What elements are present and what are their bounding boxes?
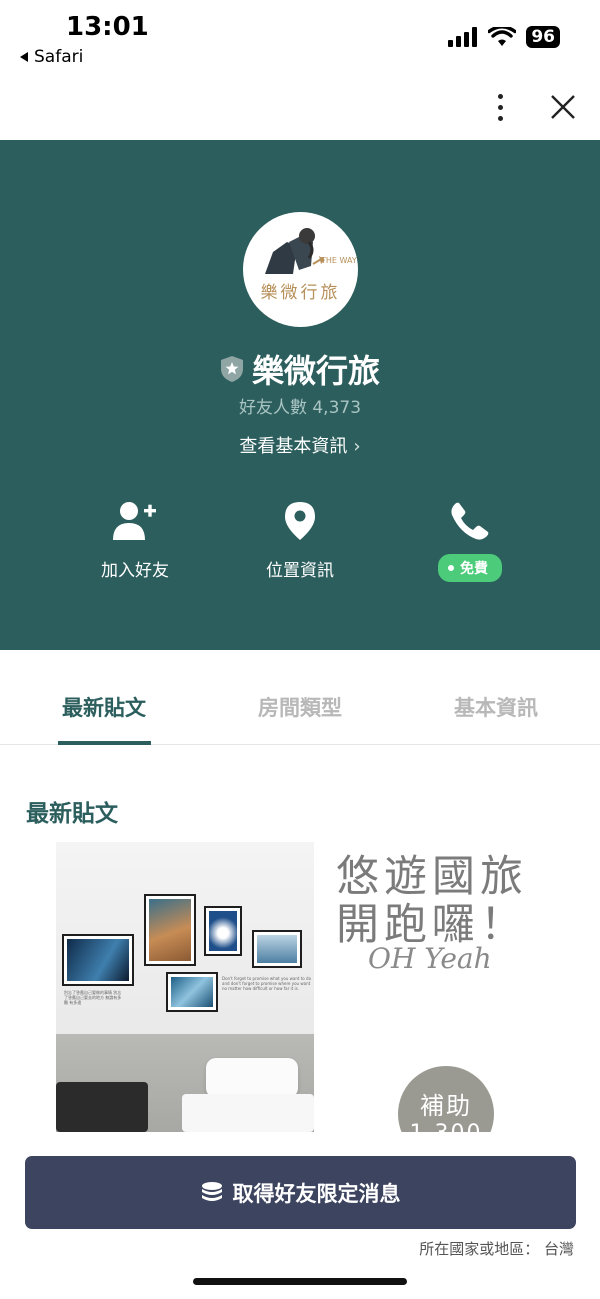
back-triangle-icon [20,52,28,62]
logo-tagline: THE WAY [321,256,357,265]
battery-level: 96 [526,26,560,48]
logo-text: 樂微行旅 [260,283,341,303]
coins-stack-icon [201,1181,222,1201]
subsidy-amount: 1,300 [398,1121,494,1132]
location-pin-icon [285,502,315,540]
photo-frame-foam [166,972,218,1012]
verified-shield-icon [220,356,243,382]
account-name-row: 樂微行旅 [0,346,600,392]
subsidy-label: 補助 [420,1092,472,1120]
free-call-label: 免費 [460,561,488,577]
back-to-safari[interactable]: Safari [20,47,83,67]
wifi-icon [488,27,517,46]
status-time: 13:01 [66,12,149,42]
photo-pillow [206,1058,298,1098]
traveler-illustration-icon [265,228,325,274]
photo-bed [182,1094,314,1132]
more-vertical-icon[interactable] [486,90,514,124]
add-friend-label: 加入好友 [101,561,169,581]
cta-label: 取得好友限定消息 [232,1181,401,1206]
tab-bar: 最新貼文 房間類型 基本資訊 [0,650,600,745]
chevron-right-icon: › [353,436,361,457]
home-indicator[interactable] [193,1278,407,1285]
post-promo-graphic[interactable]: 悠遊國旅 開跑囉！ OH Yeah 補助 1,300 [322,842,600,1132]
profile-header: THE WAY 樂微行旅 樂微行旅 好友人數 4,373 查看基本資訊 › 加入好… [0,140,600,650]
get-friend-messages-button[interactable]: 取得好友限定消息 [25,1156,576,1229]
account-logo[interactable]: THE WAY 樂微行旅 [243,212,358,327]
photo-frame-sea [252,930,302,968]
photo-sofa [56,1082,148,1132]
location-label: 位置資訊 [266,561,334,581]
add-friend-icon [113,502,156,540]
view-profile-label: 查看基本資訊 [239,436,348,457]
badge-dot-icon [448,565,454,571]
free-call-badge: 免費 [438,554,502,582]
post-photo[interactable]: 別忘了答應自己要做的事情 別忘了答應自己要去的地方 無論有多難 有多遠 Don'… [56,842,314,1132]
tab-room-types[interactable]: 房間類型 [225,692,375,722]
phone-icon [451,502,489,540]
friend-count: 好友人數 4,373 [238,398,362,418]
section-title: 最新貼文 [26,801,118,827]
subsidy-badge: 補助 1,300 [398,1066,494,1132]
add-friend-button[interactable]: 加入好友 [60,498,210,581]
top-nav [0,76,600,140]
cellular-signal-icon [448,27,478,47]
photo-frame-ocean [62,934,134,986]
tab-basic-info[interactable]: 基本資訊 [421,692,571,722]
close-icon[interactable] [546,90,580,124]
wall-quote-english: Don't forget to promise what you want to… [222,976,312,991]
call-button[interactable]: 免費 [395,498,545,582]
status-bar: 13:01 Safari 96 [0,0,600,76]
photo-frame-wave [204,906,242,956]
wall-quote-chinese: 別忘了答應自己要做的事情 別忘了答應自己要去的地方 無論有多難 有多遠 [64,990,122,1005]
region-info: 所在國家或地區： 台灣 [419,1240,574,1258]
view-profile-link[interactable]: 查看基本資訊 › [0,432,600,458]
system-icons: 96 [448,26,560,48]
active-tab-indicator [58,741,151,745]
photo-frame-beach [144,894,196,966]
account-name: 樂微行旅 [251,352,380,390]
promo-script: OH Yeah [368,942,492,975]
location-button[interactable]: 位置資訊 [225,498,375,581]
tab-latest-posts[interactable]: 最新貼文 [29,692,179,722]
back-app-label: Safari [34,47,84,67]
